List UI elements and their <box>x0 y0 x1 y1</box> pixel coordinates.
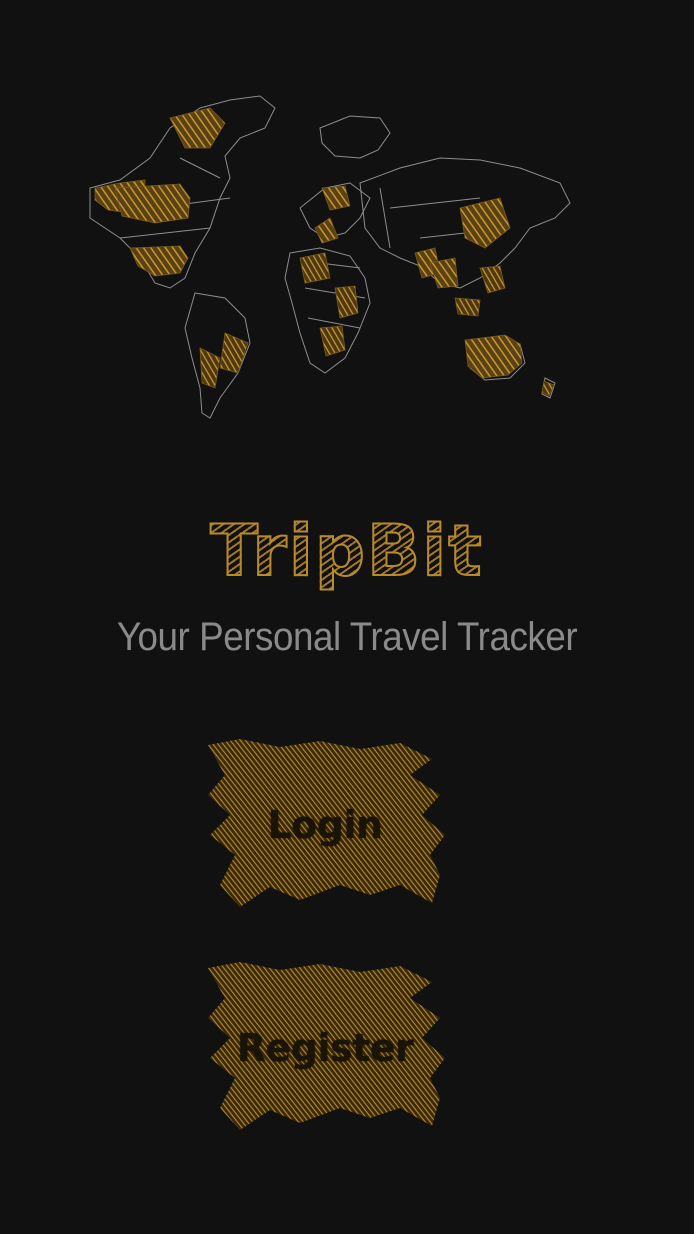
login-label: Login <box>267 803 383 847</box>
world-map-icon <box>60 88 580 428</box>
login-button[interactable]: Login <box>200 735 450 915</box>
tagline: Your Personal Travel Tracker <box>116 615 578 659</box>
brand: TripBit <box>0 509 694 593</box>
register-button[interactable]: Register <box>200 958 450 1138</box>
register-label: Register <box>236 1026 414 1070</box>
app-title: TripBit <box>209 509 484 593</box>
